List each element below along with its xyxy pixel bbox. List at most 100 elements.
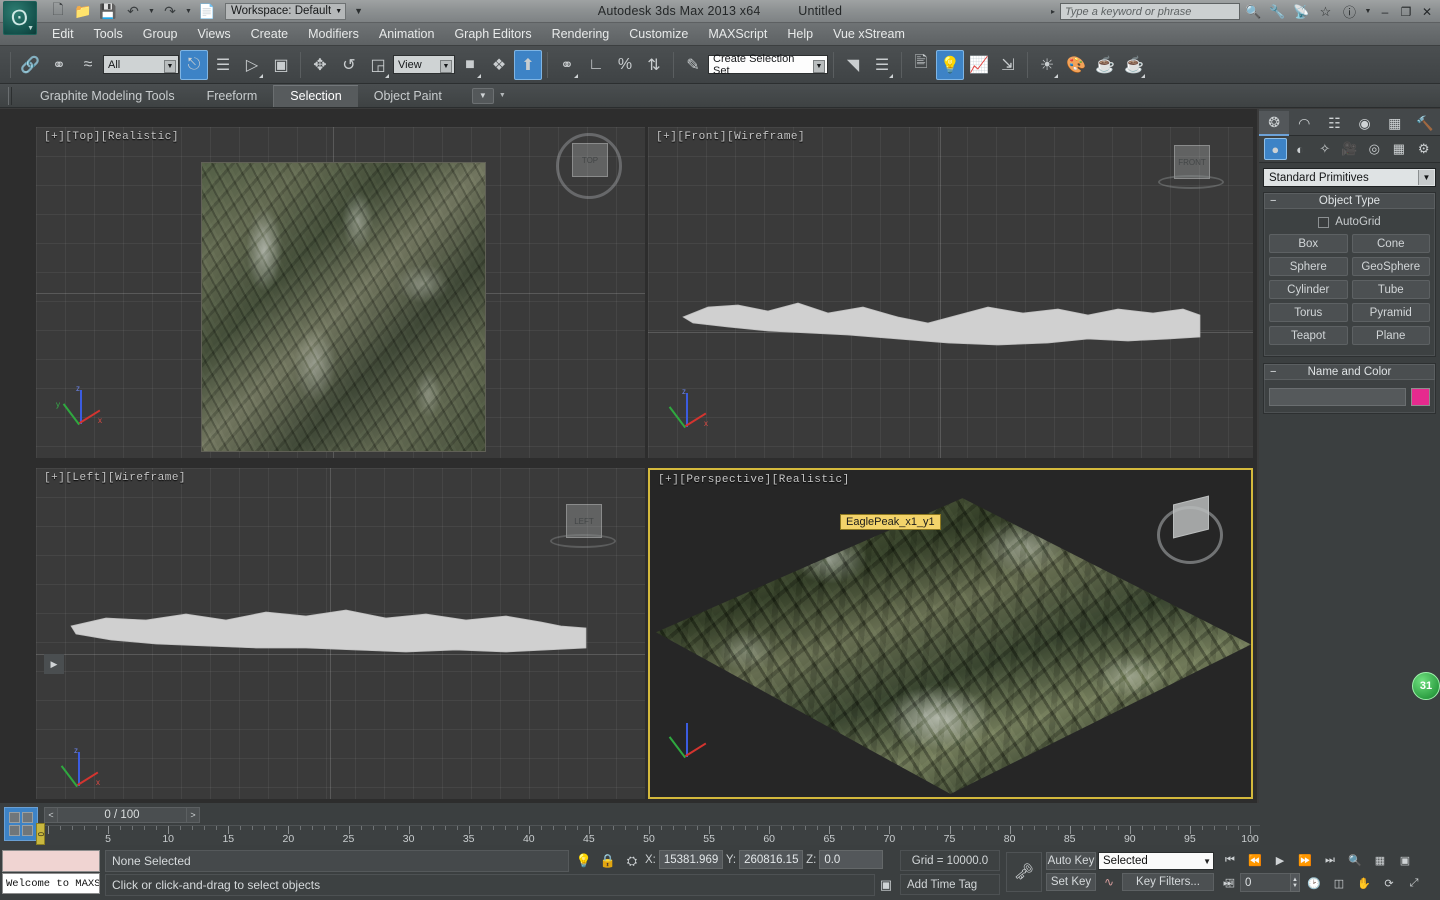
set-key-toggle-icon[interactable]: 🗝	[1006, 852, 1042, 892]
object-name-input[interactable]	[1269, 388, 1406, 406]
curve-editor-icon[interactable]: 📈	[965, 50, 993, 80]
selection-filter-dropdown[interactable]: All ▼	[103, 55, 179, 74]
percent-snap-icon[interactable]: %	[611, 50, 639, 80]
menu-rendering[interactable]: Rendering	[542, 24, 620, 45]
select-object-icon[interactable]: ⎋	[180, 50, 208, 80]
set-key-button[interactable]: Set Key	[1046, 873, 1096, 891]
create-teapot-button[interactable]: Teapot	[1269, 326, 1348, 345]
viewcube-left[interactable]: LEFT	[548, 488, 624, 560]
orbit-icon[interactable]: ⟳	[1377, 873, 1401, 894]
unlink-icon[interactable]: ⚭	[45, 50, 73, 80]
select-and-scale-icon[interactable]: ◲	[364, 50, 392, 80]
viewport-top[interactable]: [+][Top][Realistic] TOP z y x	[36, 127, 645, 458]
rendered-frame-window-icon[interactable]: ☕	[1091, 50, 1119, 80]
frame-spinner[interactable]: ▲▼	[1290, 873, 1300, 892]
reference-coordinate-dropdown[interactable]: View ▼	[393, 55, 455, 74]
workspace-dropdown-icon[interactable]: ▼	[354, 6, 363, 16]
open-folder-icon[interactable]: 📁	[71, 1, 95, 22]
binoculars-icon[interactable]: 🔍	[1243, 1, 1264, 22]
zoom-all-icon[interactable]: ▦	[1368, 850, 1392, 871]
named-selection-set-dropdown[interactable]: Create Selection Set ▼	[708, 55, 828, 74]
menu-create[interactable]: Create	[241, 24, 299, 45]
rectangular-region-icon[interactable]: ▷	[238, 50, 266, 80]
tab-graphite-modeling-tools[interactable]: Graphite Modeling Tools	[24, 85, 191, 107]
auto-key-button[interactable]: Auto Key	[1046, 852, 1096, 870]
goto-end-icon[interactable]: ⏭	[1318, 850, 1342, 871]
select-and-manipulate-icon[interactable]: ❖	[485, 50, 513, 80]
material-editor-icon[interactable]: ☀	[1033, 50, 1061, 80]
tab-object-paint[interactable]: Object Paint	[358, 85, 458, 107]
next-frame-icon[interactable]: ⏩	[1293, 850, 1317, 871]
create-tab-icon[interactable]: ❂	[1259, 111, 1289, 136]
snaps-toggle-icon[interactable]: ⚭	[553, 50, 581, 80]
cameras-icon[interactable]: 🎥	[1338, 138, 1361, 160]
menu-animation[interactable]: Animation	[369, 24, 445, 45]
workspace-selector[interactable]: Workspace: Default ▼	[225, 3, 346, 20]
viewport-label-front[interactable]: [+][Front][Wireframe]	[656, 131, 805, 143]
prev-frame-button[interactable]: <	[44, 807, 58, 823]
create-geosphere-button[interactable]: GeoSphere	[1352, 257, 1431, 276]
project-folder-icon[interactable]: 📄	[195, 1, 219, 22]
viewcube-front[interactable]: FRONT	[1156, 129, 1232, 201]
viewport-perspective[interactable]: EaglePeak_x1_y1 [+][Perspective][Realist…	[648, 468, 1253, 799]
render-setup-icon[interactable]: 💡	[936, 50, 964, 80]
edit-named-selection-sets-icon[interactable]: ✎	[679, 50, 707, 80]
menu-vue-xstream[interactable]: Vue xStream	[823, 24, 915, 45]
utilities-tab-icon[interactable]: 🔨	[1410, 111, 1440, 136]
viewport-label-left[interactable]: [+][Left][Wireframe]	[44, 472, 186, 484]
help-icon[interactable]: ⓘ	[1339, 1, 1360, 22]
redo-icon[interactable]: ↷	[158, 1, 182, 22]
hierarchy-tab-icon[interactable]: ☷	[1319, 111, 1349, 136]
current-frame-display[interactable]: 0 / 100	[58, 807, 186, 823]
create-plane-button[interactable]: Plane	[1352, 326, 1431, 345]
create-pyramid-button[interactable]: Pyramid	[1352, 303, 1431, 322]
modify-tab-icon[interactable]: ◠	[1289, 111, 1319, 136]
tab-selection[interactable]: Selection	[273, 85, 357, 107]
maxscript-mini-listener-output[interactable]	[2, 850, 100, 872]
create-sphere-button[interactable]: Sphere	[1269, 257, 1348, 276]
create-box-button[interactable]: Box	[1269, 234, 1348, 253]
name-and-color-header[interactable]: − Name and Color	[1264, 364, 1435, 380]
key-mode-toggle-icon[interactable]: ⏭	[1218, 873, 1238, 894]
pan-view-icon[interactable]: ✋	[1352, 873, 1376, 894]
object-color-swatch[interactable]	[1411, 388, 1430, 406]
render-production-icon[interactable]: ☕	[1120, 50, 1148, 80]
viewport-left[interactable]: [+][Left][Wireframe] LEFT z x ▶	[36, 468, 645, 799]
current-frame-input[interactable]: 0	[1240, 873, 1296, 892]
undo-icon[interactable]: ↶	[121, 1, 145, 22]
add-time-tag-button[interactable]: Add Time Tag	[900, 874, 1000, 895]
time-configuration-icon[interactable]: 🕑	[1302, 873, 1326, 894]
shapes-icon[interactable]: ◐	[1289, 138, 1312, 160]
star-icon[interactable]: ☆	[1315, 1, 1336, 22]
autogrid-row[interactable]: AutoGrid	[1269, 216, 1430, 228]
systems-icon[interactable]: ⚙	[1412, 138, 1435, 160]
time-tag-icon[interactable]: ▣	[876, 874, 896, 896]
bind-spacewarp-icon[interactable]: ≈	[74, 50, 102, 80]
notification-badge[interactable]: 31	[1412, 672, 1440, 700]
render-setup-dialog-icon[interactable]: 🎨	[1062, 50, 1090, 80]
space-warps-icon[interactable]: ▦	[1388, 138, 1411, 160]
key-filters-button[interactable]: Key Filters...	[1122, 873, 1214, 891]
window-crossing-icon[interactable]: ▣	[267, 50, 295, 80]
next-frame-button[interactable]: >	[186, 807, 200, 823]
menu-modifiers[interactable]: Modifiers	[298, 24, 369, 45]
satellite-icon[interactable]: 📡	[1291, 1, 1312, 22]
isolate-selection-icon[interactable]: 💡	[574, 850, 594, 872]
menu-group[interactable]: Group	[133, 24, 188, 45]
restore-button[interactable]: ❐	[1397, 1, 1415, 22]
viewport-layout-button[interactable]	[4, 807, 38, 841]
viewcube-perspective[interactable]	[1155, 484, 1231, 556]
z-coord-field[interactable]: 0.0	[819, 850, 883, 869]
menu-graph-editors[interactable]: Graph Editors	[444, 24, 541, 45]
expand-arrow-icon[interactable]: ▸	[1051, 7, 1055, 16]
menu-help[interactable]: Help	[777, 24, 823, 45]
menu-maxscript[interactable]: MAXScript	[698, 24, 777, 45]
object-type-header[interactable]: − Object Type	[1264, 193, 1435, 209]
prev-frame-icon[interactable]: ⏪	[1243, 850, 1267, 871]
layer-manager-icon[interactable]: 🖹	[907, 50, 935, 80]
mirror-icon[interactable]: ◥	[839, 50, 867, 80]
timeline-ruler[interactable]: 5101520253035404550556065707580859095100	[44, 826, 1260, 846]
chevron-down-icon[interactable]: ▼	[499, 92, 506, 99]
play-animation-icon[interactable]: ▶	[1268, 850, 1292, 871]
track-bar[interactable]: 5101520253035404550556065707580859095100	[44, 825, 1260, 845]
